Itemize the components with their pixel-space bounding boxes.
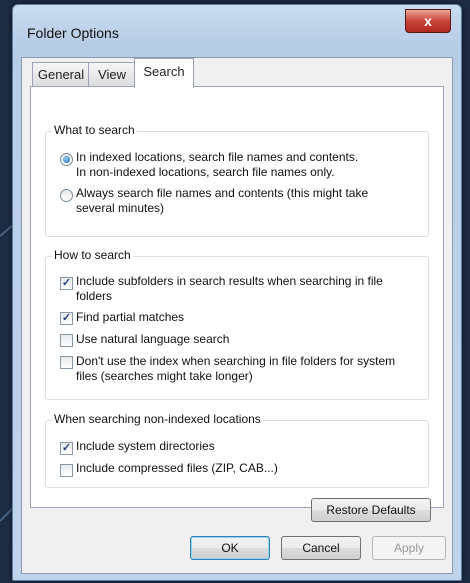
group-label: When searching non-indexed locations (52, 412, 263, 426)
include-system-directories-checkbox[interactable]: ✓ (60, 442, 73, 455)
cancel-button[interactable]: Cancel (281, 536, 361, 560)
radio-indexed-locations[interactable] (60, 153, 73, 166)
folder-options-window: Folder Options x General View Search Wha… (12, 4, 462, 581)
window-title: Folder Options (27, 25, 119, 41)
restore-defaults-button[interactable]: Restore Defaults (311, 498, 431, 522)
group-label: How to search (52, 248, 133, 262)
radio-always-search[interactable] (60, 189, 73, 202)
option-label[interactable]: Always search file names and contents (t… (76, 186, 368, 216)
option-label[interactable]: Include system directories (76, 439, 215, 454)
dialog-client-area: General View Search What to search In in… (21, 57, 453, 574)
option-label[interactable]: Find partial matches (76, 310, 184, 325)
tab-general[interactable]: General (32, 62, 90, 87)
tab-search[interactable]: Search (134, 58, 194, 88)
tab-view[interactable]: View (88, 62, 136, 87)
apply-button[interactable]: Apply (372, 536, 446, 560)
option-label[interactable]: Don't use the index when searching in fi… (76, 354, 395, 384)
include-compressed-files-checkbox[interactable] (60, 464, 73, 477)
find-partial-matches-checkbox[interactable]: ✓ (60, 312, 73, 325)
how-to-search-group: How to search ✓ Include subfolders in se… (45, 248, 429, 400)
option-label[interactable]: Include compressed files (ZIP, CAB...) (76, 461, 278, 476)
non-indexed-group: When searching non-indexed locations ✓ I… (45, 412, 429, 488)
search-tab-panel: What to search In indexed locations, sea… (30, 86, 444, 522)
option-label[interactable]: Use natural language search (76, 332, 229, 347)
include-subfolders-checkbox[interactable]: ✓ (60, 277, 73, 290)
what-to-search-group: What to search In indexed locations, sea… (45, 123, 429, 237)
dont-use-index-checkbox[interactable] (60, 356, 73, 369)
option-label[interactable]: Include subfolders in search results whe… (76, 274, 383, 304)
option-label[interactable]: In indexed locations, search file names … (76, 150, 358, 180)
group-label: What to search (52, 123, 137, 137)
close-button[interactable]: x (405, 9, 451, 33)
ok-button[interactable]: OK (190, 536, 270, 560)
natural-language-checkbox[interactable] (60, 334, 73, 347)
